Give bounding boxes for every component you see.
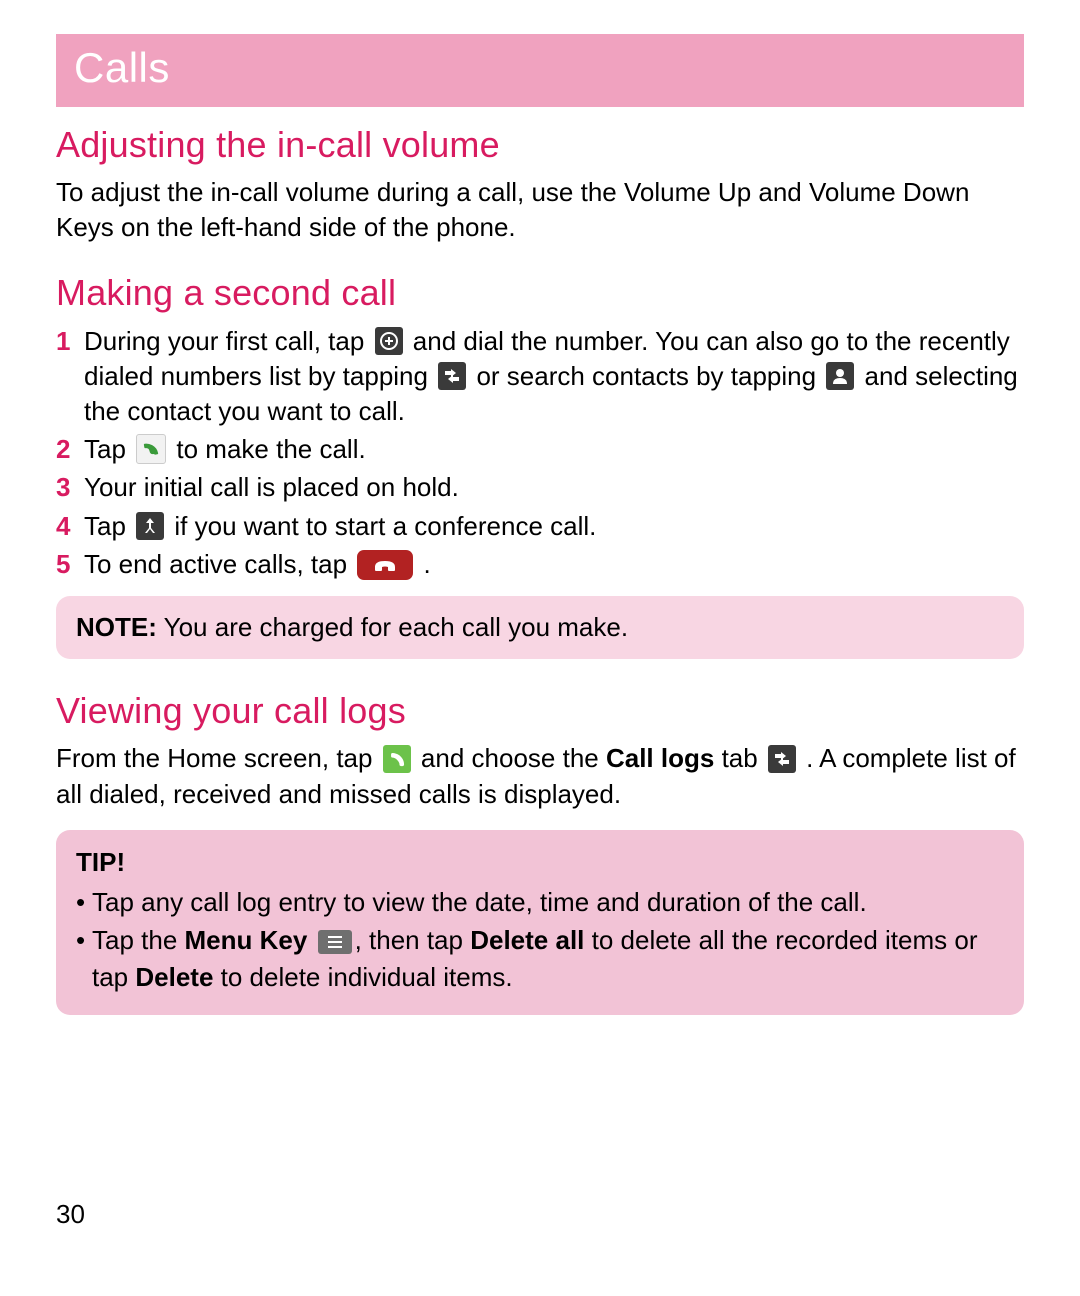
- step-text: Tap: [84, 434, 133, 464]
- tip-text: Tap any call log entry to view the date,…: [92, 884, 867, 920]
- bold-term: Delete: [135, 962, 213, 992]
- step-text: .: [424, 549, 431, 579]
- step-number: 1: [56, 324, 84, 359]
- step-number: 2: [56, 432, 84, 467]
- page-number: 30: [56, 1197, 85, 1232]
- end-call-icon: [357, 550, 413, 580]
- bold-term: Menu Key: [185, 925, 308, 955]
- bold-term: Delete all: [470, 925, 584, 955]
- step-5: 5 To end active calls, tap .: [56, 547, 1024, 582]
- bold-term: Call logs: [606, 743, 714, 773]
- tip-text-part: to delete individual items.: [213, 962, 512, 992]
- step-number: 3: [56, 470, 84, 505]
- note-body: You are charged for each call you make.: [157, 612, 628, 642]
- step-body: Your initial call is placed on hold.: [84, 470, 1024, 505]
- merge-calls-icon: [136, 512, 164, 540]
- tip-text: Tap the Menu Key , then tap Delete all t…: [92, 922, 1004, 995]
- steps-list: 1 During your first call, tap and dial t…: [56, 324, 1024, 582]
- note-box: NOTE: You are charged for each call you …: [56, 596, 1024, 659]
- section-heading-volume: Adjusting the in-call volume: [56, 121, 1024, 170]
- tip-text-part: , then tap: [355, 925, 471, 955]
- step-text: Tap: [84, 511, 133, 541]
- step-4: 4 Tap if you want to start a conference …: [56, 509, 1024, 544]
- step-text: to make the call.: [176, 434, 365, 464]
- tip-box: TIP! • Tap any call log entry to view th…: [56, 830, 1024, 1016]
- phone-app-icon: [383, 745, 411, 773]
- dial-phone-icon: [136, 434, 166, 464]
- step-text: During your first call, tap: [84, 326, 372, 356]
- tip-bullet: • Tap any call log entry to view the dat…: [76, 884, 1004, 920]
- section-body-volume: To adjust the in-call volume during a ca…: [56, 175, 1024, 245]
- step-body: Tap to make the call.: [84, 432, 1024, 467]
- chapter-title: Calls: [74, 44, 170, 91]
- add-call-icon: [375, 327, 403, 355]
- body-text: From the Home screen, tap: [56, 743, 380, 773]
- step-text: or search contacts by tapping: [476, 361, 823, 391]
- tip-label: TIP!: [76, 844, 1004, 880]
- step-body: To end active calls, tap .: [84, 547, 1024, 582]
- step-text: if you want to start a conference call.: [174, 511, 596, 541]
- step-1: 1 During your first call, tap and dial t…: [56, 324, 1024, 429]
- tip-bullet: • Tap the Menu Key , then tap Delete all…: [76, 922, 1004, 995]
- note-label: NOTE:: [76, 612, 157, 642]
- step-body: During your first call, tap and dial the…: [84, 324, 1024, 429]
- step-body: Tap if you want to start a conference ca…: [84, 509, 1024, 544]
- tip-text-part: [307, 925, 314, 955]
- tip-text-part: Tap the: [92, 925, 185, 955]
- step-2: 2 Tap to make the call.: [56, 432, 1024, 467]
- step-number: 5: [56, 547, 84, 582]
- contacts-icon: [826, 362, 854, 390]
- step-3: 3 Your initial call is placed on hold.: [56, 470, 1024, 505]
- step-text: To end active calls, tap: [84, 549, 354, 579]
- body-text: tab: [722, 743, 765, 773]
- bullet-dot: •: [76, 922, 92, 995]
- menu-key-icon: [318, 930, 352, 954]
- manual-page: Calls Adjusting the in-call volume To ad…: [0, 0, 1080, 1266]
- recent-calls-icon: [438, 362, 466, 390]
- section-body-call-logs: From the Home screen, tap and choose the…: [56, 741, 1024, 811]
- step-number: 4: [56, 509, 84, 544]
- call-logs-tab-icon: [768, 745, 796, 773]
- body-text: and choose the: [421, 743, 606, 773]
- section-heading-call-logs: Viewing your call logs: [56, 687, 1024, 736]
- section-heading-second-call: Making a second call: [56, 269, 1024, 318]
- chapter-header: Calls: [56, 34, 1024, 107]
- bullet-dot: •: [76, 884, 92, 920]
